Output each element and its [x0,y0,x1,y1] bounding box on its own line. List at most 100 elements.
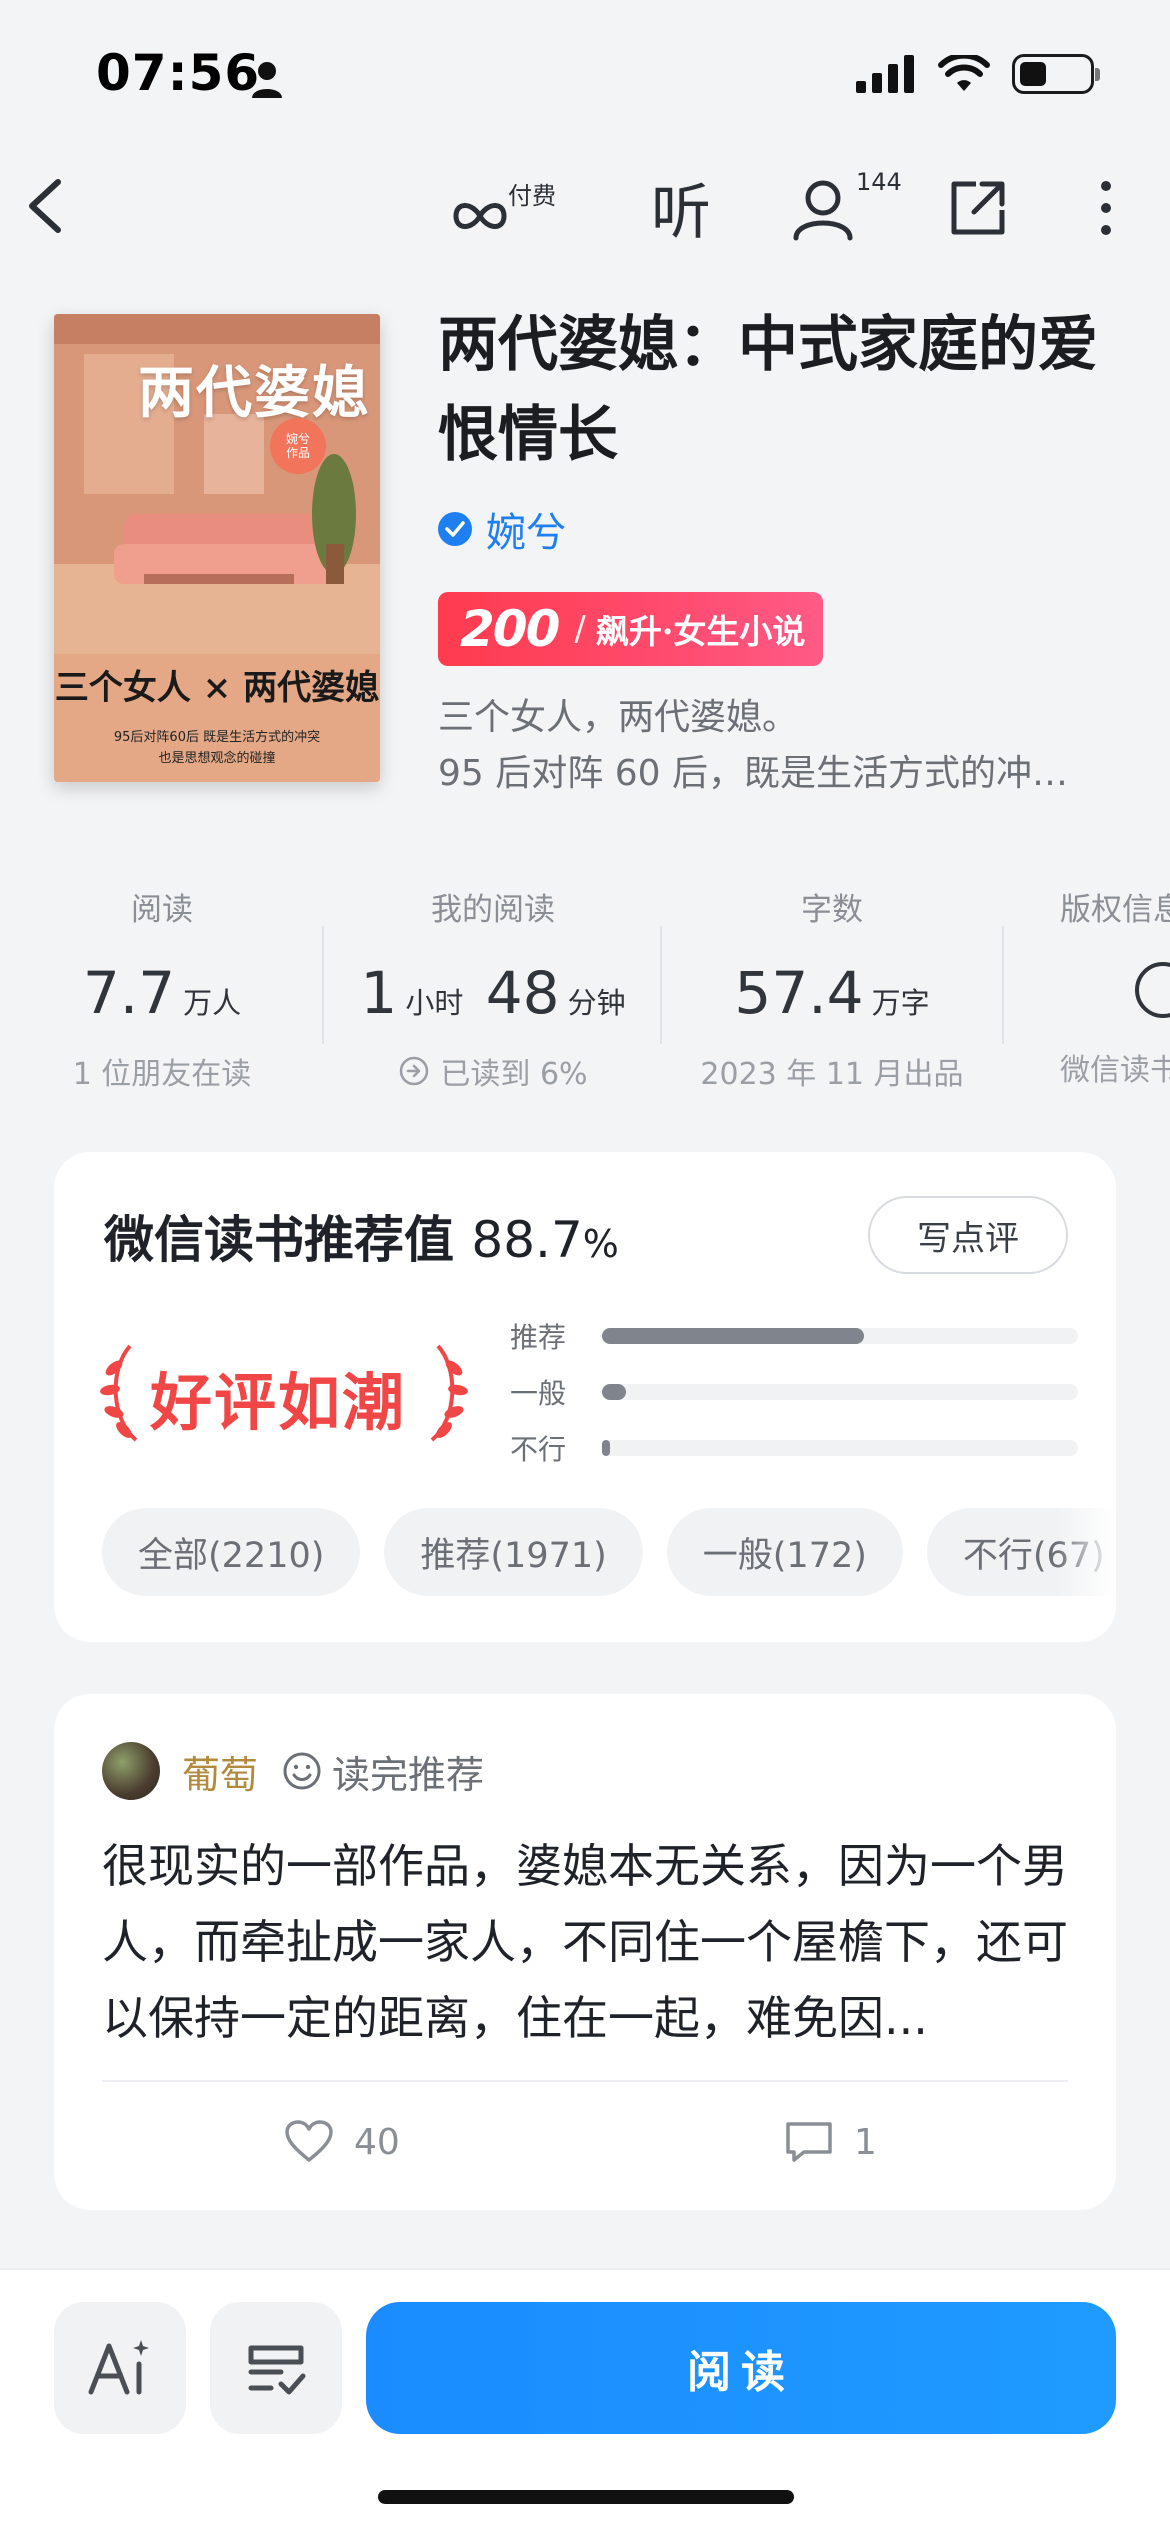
stat-label: 我的阅读 [431,892,555,928]
recommend-unit: % [582,1222,619,1266]
stat-sub: 2023 年 11 月出品 [700,1057,964,1092]
review-card[interactable]: 葡萄 读完推荐 很现实的一部作品，婆媳本无关系，因为一个男人，而牵扯成一家人，不… [54,1694,1116,2210]
intro-line: 三个女人，两代婆媳。 [438,697,799,738]
read-button[interactable]: 阅读 [366,2302,1116,2434]
stats-row: 阅读 7.7 万人 1 位朋友在读 我的阅读 1 小时 48 分钟 已读到 6% 字数… [0,884,1170,1094]
rating-bar-bad: 不行 [510,1428,1078,1468]
stat-my-reading[interactable]: 我的阅读 1 小时 48 分钟 已读到 6% [350,884,636,1093]
stat-value: 57.4 万字 [690,959,974,1027]
stat-label: 字数 [801,892,863,928]
review-filters: 全部(2210) 推荐(1971) 一般(172) 不行(67) [102,1508,1116,1596]
review-tag: 读完推荐 [332,1752,485,1797]
paid-label: 付费 [508,182,556,210]
rating-badge-text: 好评如潮 [150,1366,407,1439]
stat-unit: 万人 [183,986,242,1020]
filters-fade [1056,1492,1116,1612]
book-cover[interactable]: 两代婆媳 婉兮 作品 三个女人 × 两代婆媳 95后对阵60后 既是生活方式的冲… [54,314,380,782]
stat-sub: 1 位朋友在读 [72,1057,252,1092]
author-name: 婉兮 [486,510,566,556]
bookshelf-add-icon [248,2345,306,2395]
recommend-value: 88.7 [471,1211,583,1269]
heart-icon [285,2120,333,2162]
copyright-icon [1060,959,1170,1035]
recommend-title: 微信读书推荐值 88.7% [104,1200,619,1272]
smile-icon [283,1752,321,1790]
recommend-title-text: 微信读书推荐值 [104,1211,454,1269]
reading-progress-text: 已读到 6% [440,1057,588,1092]
stat-label: 阅读 [131,892,193,928]
author-row[interactable]: 婉兮 [438,500,566,558]
stat-value: 7.7 万人 [40,959,284,1027]
like-count: 40 [354,2121,400,2163]
ai-button[interactable] [54,2302,186,2434]
bar-fill [602,1384,626,1400]
bar-track [602,1384,1078,1400]
stat-copyright[interactable]: 版权信息 微信读书 [1060,884,1170,1089]
cover-subtagline: 95后对阵60后 既是生活方式的冲突 也是思想观念的碰撞 [113,730,321,766]
filter-recommend[interactable]: 推荐(1971) [384,1508,643,1596]
rank-category: 飙升·女生小说 [595,612,806,651]
avatar[interactable] [102,1742,160,1800]
cover-title: 两代婆媳 [138,360,370,426]
share-icon[interactable] [946,176,1010,240]
stat-unit: 万字 [871,986,930,1020]
rank-separator: / [574,609,586,649]
filter-all[interactable]: 全部(2210) [102,1508,361,1596]
reviewer-name[interactable]: 葡萄 [182,1744,258,1799]
stat-value: 1 小时 48 分钟 [350,959,636,1027]
stat-reads[interactable]: 阅读 7.7 万人 1 位朋友在读 [40,884,284,1093]
cover-seal-text: 婉兮 作品 [285,431,310,460]
wifi-icon [938,55,990,91]
rating-bar-recommend: 推荐 [510,1316,1078,1356]
stat-words[interactable]: 字数 57.4 万字 2023 年 11 月出品 [690,884,974,1093]
stat-sub: 已读到 6% [350,1049,636,1093]
filter-average[interactable]: 一般(172) [666,1508,903,1596]
stat-divider [1002,926,1004,1044]
rating-bar-average: 一般 [510,1372,1078,1412]
write-review-button[interactable]: 写点评 [868,1196,1068,1274]
laurel-right-icon [430,1344,468,1442]
status-time: 07:56 [96,44,261,102]
divider [102,2080,1068,2082]
infinity-icon [453,203,507,229]
stat-sub: 微信读书 [1060,1053,1170,1088]
rank-number: 200 [460,600,560,658]
readers-button[interactable]: 144 [790,168,902,244]
like-button[interactable]: 40 [284,2120,400,2164]
ai-icon [88,2340,149,2395]
listen-button[interactable]: 听 [646,170,716,248]
bar-label: 推荐 [510,1321,567,1354]
intro-line: 95 后对阵 60 后，既是生活方式的冲… [438,753,1068,794]
comment-count: 1 [854,2121,877,2163]
more-icon[interactable] [1090,178,1122,238]
bar-fill [602,1328,864,1344]
paid-mode-button[interactable]: 付费 [452,180,562,240]
stat-minutes: 48 [485,959,560,1027]
user-icon [793,180,853,241]
bar-fill [602,1440,610,1456]
review-header: 葡萄 读完推荐 [102,1742,484,1800]
bar-track [602,1328,1078,1344]
book-intro[interactable]: 三个女人，两代婆媳。 95 后对阵 60 后，既是生活方式的冲… [438,690,1138,802]
stat-hours: 1 [360,959,398,1027]
stat-minutes-unit: 分钟 [567,986,626,1020]
comment-icon [786,2122,832,2162]
recommend-card: 微信读书推荐值 88.7% 写点评 好评如潮 推荐 一般 不行 全部(2210)… [54,1152,1116,1642]
stat-label: 版权信息 [1060,892,1170,928]
readers-count: 144 [856,168,902,196]
battery-icon [1012,54,1100,94]
review-text: 很现实的一部作品，婆媳本无关系，因为一个男人，而牵扯成一家人，不同住一个屋檐下，… [102,1839,1068,2045]
stat-divider [660,926,662,1044]
rank-badge[interactable]: 200 / 飙升·女生小说 [438,592,824,666]
stat-hours-unit: 小时 [405,986,464,1020]
stat-number: 7.7 [82,959,176,1027]
bar-label: 一般 [510,1377,567,1410]
bookshelf-button[interactable] [210,2302,342,2434]
laurel-left-icon [100,1344,138,1442]
rating-badge: 好评如潮 [100,1338,470,1448]
comment-button[interactable]: 1 [784,2120,877,2164]
signal-icon [856,55,914,93]
back-icon[interactable] [20,176,70,236]
cover-seal: 婉兮 作品 [270,418,326,474]
book-title: 两代婆媳：中式家庭的爱恨情长 [438,310,1098,470]
